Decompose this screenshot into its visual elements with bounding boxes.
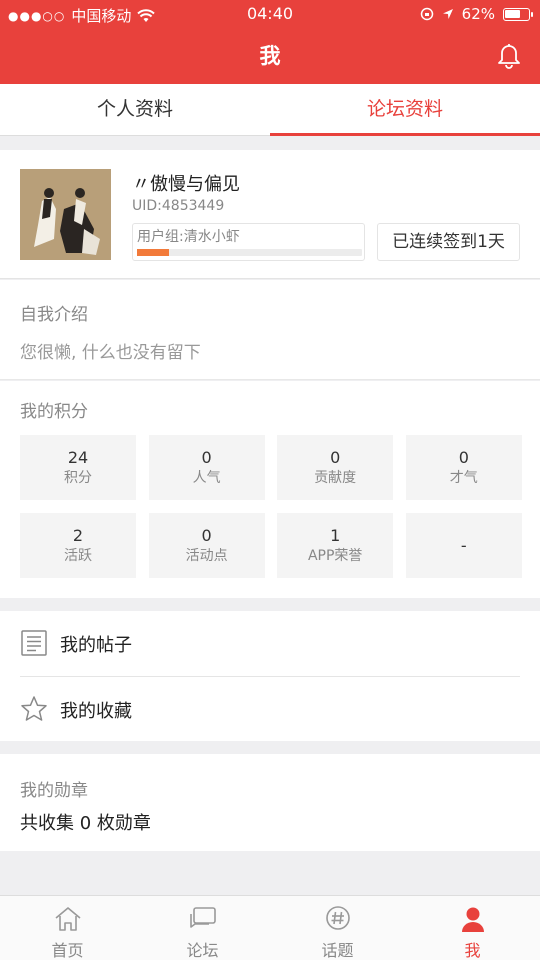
location-icon <box>442 9 453 19</box>
my-posts-label: 我的帖子 <box>60 635 132 656</box>
score-label: 贡献度 <box>314 469 357 486</box>
my-posts-item[interactable]: 我的帖子 <box>0 611 540 676</box>
intro-text: 您很懒, 什么也没有留下 <box>20 343 201 363</box>
avatar[interactable] <box>20 169 111 260</box>
user-id: UID:4853449 <box>132 198 225 214</box>
score-cell: 0 人气 <box>148 435 265 500</box>
page-title: 我 <box>259 44 281 68</box>
battery-icon <box>503 7 533 21</box>
score-cell: 0 才气 <box>405 435 522 500</box>
user-group-label: 用户组:清水小虾 <box>137 229 240 245</box>
nav-me[interactable]: 我 <box>405 896 540 960</box>
score-cell: 24 积分 <box>20 435 136 500</box>
nav-home-label: 首页 <box>51 941 84 960</box>
user-group-box: 用户组:清水小虾 <box>132 223 365 261</box>
medal-count: 共收集 0 枚勋章 <box>20 813 151 834</box>
scores-section: 我的积分 24 积分 0 人气 0 贡献度 0 才气 2 活跃 0 活动点 1 APP荣誉 - <box>0 381 540 598</box>
intro-section: 自我介绍 您很懒, 什么也没有留下 <box>0 280 540 380</box>
score-cell: 0 贡献度 <box>277 435 394 500</box>
tab-forum-info[interactable]: 论坛资料 <box>270 84 540 136</box>
score-label: 活动点 <box>185 547 228 564</box>
intro-title: 自我介绍 <box>20 305 88 325</box>
tab-personal-info[interactable]: 个人资料 <box>0 84 270 135</box>
score-label: 人气 <box>192 469 221 486</box>
forum-icon <box>189 907 216 928</box>
score-value: 0 <box>201 525 212 545</box>
medals-title: 我的勋章 <box>20 781 88 801</box>
bottom-nav: 首页 论坛 话题 我 <box>0 895 540 960</box>
score-label: APP荣誉 <box>307 547 363 564</box>
scores-title: 我的积分 <box>20 402 88 422</box>
score-value: 2 <box>72 525 84 545</box>
nav-me-label: 我 <box>464 941 481 960</box>
nav-topic[interactable]: 话题 <box>270 896 405 960</box>
score-cell: - <box>405 513 522 578</box>
bell-icon[interactable] <box>494 40 524 70</box>
document-icon <box>21 630 47 656</box>
score-label: 才气 <box>449 469 478 486</box>
star-icon <box>21 696 47 721</box>
score-value: 0 <box>201 447 212 467</box>
home-icon <box>54 907 81 931</box>
medals-section: 我的勋章 共收集 0 枚勋章 <box>0 754 540 851</box>
nav-topic-label: 话题 <box>321 941 354 960</box>
score-cell: 1 APP荣誉 <box>277 513 394 578</box>
user-group-progress <box>137 249 362 256</box>
score-value: 24 <box>67 447 89 467</box>
score-label: 活跃 <box>64 547 92 564</box>
score-cell: 0 活动点 <box>148 513 265 578</box>
profile-tabs: 个人资料 论坛资料 <box>0 84 540 136</box>
username: 〃傲慢与偏见 <box>132 174 240 195</box>
my-favorites-label: 我的收藏 <box>60 701 132 722</box>
nav-forum-label: 论坛 <box>186 941 219 960</box>
profile-card: 〃傲慢与偏见 UID:4853449 用户组:清水小虾 已连续签到1天 <box>0 150 540 279</box>
score-value: - <box>460 535 467 555</box>
scores-grid: 24 积分 0 人气 0 贡献度 0 才气 2 活跃 0 活动点 1 APP荣誉 - <box>20 435 522 578</box>
checkin-button[interactable]: 已连续签到1天 <box>377 223 520 261</box>
score-value: 0 <box>330 447 341 467</box>
user-group-progress-fill <box>137 249 169 256</box>
user-icon <box>461 907 484 932</box>
nav-forum[interactable]: 论坛 <box>135 896 270 960</box>
my-menu: 我的帖子 我的收藏 <box>0 611 540 741</box>
top-bar: ●●●○○ 中国移动 04:40 62% 我 <box>0 0 540 84</box>
score-cell: 2 活跃 <box>20 513 136 578</box>
score-value: 1 <box>330 525 341 545</box>
orientation-lock-icon <box>420 7 433 21</box>
my-favorites-item[interactable]: 我的收藏 <box>0 677 540 742</box>
score-label: 积分 <box>64 469 92 486</box>
battery-percent: 62% <box>461 5 495 23</box>
topic-icon <box>325 906 350 930</box>
status-bar: ●●●○○ 中国移动 04:40 62% <box>0 0 540 28</box>
nav-home[interactable]: 首页 <box>0 896 135 960</box>
score-value: 0 <box>458 447 469 467</box>
